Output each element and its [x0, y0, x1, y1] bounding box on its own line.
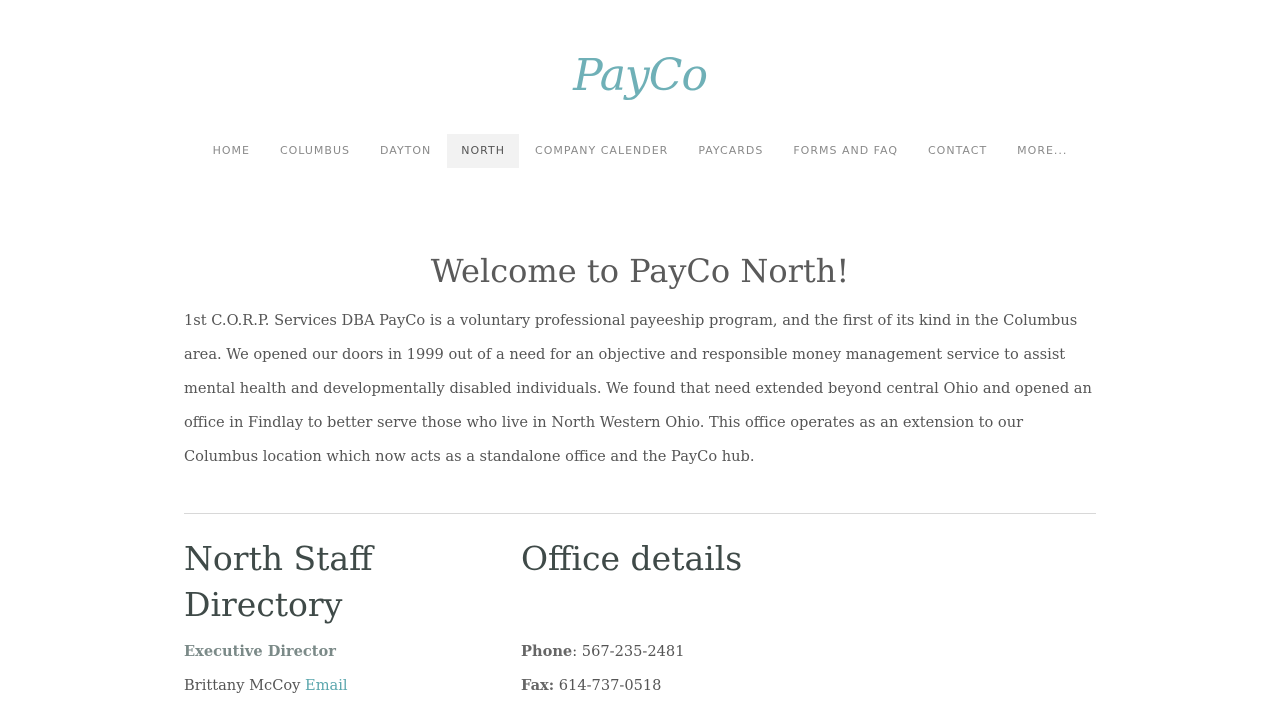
staff-email-link[interactable]: Email: [305, 677, 348, 694]
phone-label: Phone: [521, 643, 573, 660]
phone-value[interactable]: 567-235-2481: [582, 643, 685, 660]
nav-item-north[interactable]: NORTH: [447, 134, 520, 168]
fax-value: 614-737-0518: [558, 677, 662, 694]
nav-item-columbus[interactable]: COLUMBUS: [266, 134, 364, 168]
section-divider: [184, 513, 1096, 514]
intro-paragraph: 1st C.O.R.P. Services DBA PayCo is a vol…: [184, 312, 1092, 465]
nav-item-forms-and-faq[interactable]: FORMS AND FAQ: [779, 134, 912, 168]
staff-role: Executive Director: [184, 642, 336, 662]
staff-name: Brittany McCoy: [184, 677, 301, 694]
nav-item-home[interactable]: HOME: [199, 134, 264, 168]
nav-item-company-calender[interactable]: COMPANY CALENDER: [521, 134, 682, 168]
nav-item-paycards[interactable]: PAYCARDS: [684, 134, 777, 168]
site-logo[interactable]: PayCo: [0, 50, 1280, 101]
staff-entry: Brittany McCoy Email: [184, 676, 348, 696]
main-navigation: HOME COLUMBUS DAYTON NORTH COMPANY CALEN…: [0, 134, 1280, 168]
phone-colon: :: [572, 643, 578, 660]
nav-item-dayton[interactable]: DAYTON: [366, 134, 445, 168]
staff-directory-heading: North Staff Directory: [184, 539, 373, 624]
fax-label: Fax:: [521, 677, 555, 694]
office-phone: Phone: 567-235-2481: [521, 642, 685, 662]
office-fax: Fax: 614-737-0518: [521, 676, 661, 696]
nav-item-contact[interactable]: CONTACT: [914, 134, 1001, 168]
office-details-heading: Office details: [521, 539, 743, 578]
staff-role-label: Executive Director: [184, 643, 336, 660]
nav-item-more[interactable]: MORE...: [1003, 134, 1081, 168]
page-title: Welcome to PayCo North!: [430, 252, 850, 290]
